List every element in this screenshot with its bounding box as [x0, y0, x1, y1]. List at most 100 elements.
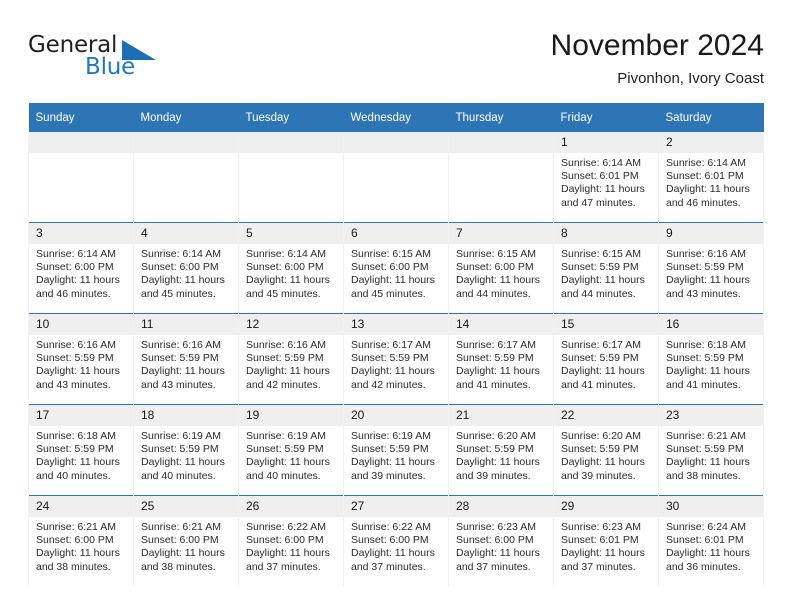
- weekday-header-monday: Monday: [133, 103, 239, 132]
- calendar-day-number: 10: [29, 314, 133, 335]
- daylight-text: Daylight: 11 hours and 46 minutes.: [666, 183, 750, 209]
- calendar-day-details: Sunrise: 6:22 AM Sunset: 6:00 PM Daylight:…: [239, 517, 343, 574]
- calendar-day-cell[interactable]: 16 Sunrise: 6:18 AM Sunset: 5:59 PM Dayligh…: [658, 313, 764, 405]
- sunrise-text: Sunrise: 6:21 AM: [666, 430, 746, 442]
- sunset-text: Sunset: 5:59 PM: [666, 443, 744, 456]
- calendar-day-number: 17: [29, 405, 133, 426]
- calendar-day-cell-inner: 27 Sunrise: 6:22 AM Sunset: 6:00 PM Dayligh…: [344, 496, 448, 586]
- calendar-day-number: 9: [659, 223, 763, 244]
- sunrise-text: Sunrise: 6:17 AM: [561, 339, 641, 351]
- calendar-day-cell[interactable]: 25 Sunrise: 6:21 AM Sunset: 6:00 PM Dayligh…: [133, 495, 239, 586]
- calendar-day-cell[interactable]: 15 Sunrise: 6:17 AM Sunset: 5:59 PM Dayligh…: [553, 313, 659, 405]
- calendar-day-cell-empty: [238, 132, 344, 223]
- calendar-day-cell[interactable]: 14 Sunrise: 6:17 AM Sunset: 5:59 PM Dayligh…: [448, 313, 554, 405]
- location-subtitle: Pivonhon, Ivory Coast: [617, 70, 764, 87]
- calendar-day-cell[interactable]: 8 Sunrise: 6:15 AM Sunset: 5:59 PM Daylight…: [553, 222, 659, 314]
- calendar-day-number: 22: [554, 405, 658, 426]
- sunrise-text: Sunrise: 6:20 AM: [561, 430, 641, 442]
- calendar-day-cell[interactable]: 18 Sunrise: 6:19 AM Sunset: 5:59 PM Dayligh…: [133, 404, 239, 496]
- calendar-day-cell[interactable]: 13 Sunrise: 6:17 AM Sunset: 5:59 PM Dayligh…: [343, 313, 449, 405]
- calendar-day-number: [29, 132, 133, 153]
- calendar-day-cell[interactable]: 3 Sunrise: 6:14 AM Sunset: 6:00 PM Daylight…: [28, 222, 134, 314]
- sunset-text: Sunset: 6:01 PM: [666, 170, 744, 183]
- calendar-day-cell[interactable]: 12 Sunrise: 6:16 AM Sunset: 5:59 PM Dayligh…: [238, 313, 344, 405]
- sunset-text: Sunset: 5:59 PM: [141, 352, 219, 365]
- sunrise-text: Sunrise: 6:19 AM: [141, 430, 221, 442]
- calendar-day-cell-inner: 11 Sunrise: 6:16 AM Sunset: 5:59 PM Dayligh…: [134, 314, 238, 404]
- calendar-day-cell[interactable]: 19 Sunrise: 6:19 AM Sunset: 5:59 PM Dayligh…: [238, 404, 344, 496]
- calendar-day-cell[interactable]: 30 Sunrise: 6:24 AM Sunset: 6:01 PM Dayligh…: [658, 495, 764, 586]
- calendar-day-cell[interactable]: 21 Sunrise: 6:20 AM Sunset: 5:59 PM Dayligh…: [448, 404, 554, 496]
- calendar-day-cell[interactable]: 4 Sunrise: 6:14 AM Sunset: 6:00 PM Daylight…: [133, 222, 239, 314]
- weekday-header-thursday: Thursday: [448, 103, 554, 132]
- daylight-text: Daylight: 11 hours and 44 minutes.: [561, 274, 645, 300]
- sunset-text: Sunset: 5:59 PM: [456, 443, 534, 456]
- daylight-text: Daylight: 11 hours and 43 minutes.: [36, 365, 120, 391]
- sunset-text: Sunset: 6:00 PM: [456, 261, 534, 274]
- sunset-text: Sunset: 5:59 PM: [246, 352, 324, 365]
- calendar-day-details: Sunrise: 6:15 AM Sunset: 5:59 PM Daylight:…: [554, 244, 658, 301]
- calendar-day-cell[interactable]: 29 Sunrise: 6:23 AM Sunset: 6:01 PM Dayligh…: [553, 495, 659, 586]
- sunset-text: Sunset: 5:59 PM: [351, 352, 429, 365]
- sunset-text: Sunset: 5:59 PM: [36, 443, 114, 456]
- calendar-day-cell[interactable]: 9 Sunrise: 6:16 AM Sunset: 5:59 PM Daylight…: [658, 222, 764, 314]
- calendar-day-cell[interactable]: 17 Sunrise: 6:18 AM Sunset: 5:59 PM Dayligh…: [28, 404, 134, 496]
- sunrise-text: Sunrise: 6:15 AM: [561, 248, 641, 260]
- calendar-day-cell-inner: 7 Sunrise: 6:15 AM Sunset: 6:00 PM Daylight…: [449, 223, 553, 313]
- sunset-text: Sunset: 5:59 PM: [666, 261, 744, 274]
- calendar-day-cell-inner: 28 Sunrise: 6:23 AM Sunset: 6:00 PM Dayligh…: [449, 496, 553, 586]
- sunset-text: Sunset: 6:00 PM: [351, 534, 429, 547]
- sunrise-text: Sunrise: 6:16 AM: [666, 248, 746, 260]
- calendar-day-cell[interactable]: 6 Sunrise: 6:15 AM Sunset: 6:00 PM Daylight…: [343, 222, 449, 314]
- calendar-day-cell-inner: [239, 132, 343, 222]
- calendar-page: General Blue November 2024 Pivonhon, Ivo…: [0, 0, 792, 612]
- calendar-day-cell[interactable]: 5 Sunrise: 6:14 AM Sunset: 6:00 PM Daylight…: [238, 222, 344, 314]
- calendar-day-cell[interactable]: 7 Sunrise: 6:15 AM Sunset: 6:00 PM Daylight…: [448, 222, 554, 314]
- calendar-day-cell[interactable]: 26 Sunrise: 6:22 AM Sunset: 6:00 PM Dayligh…: [238, 495, 344, 586]
- calendar-day-cell[interactable]: 10 Sunrise: 6:16 AM Sunset: 5:59 PM Dayligh…: [28, 313, 134, 405]
- calendar-day-cell[interactable]: 1 Sunrise: 6:14 AM Sunset: 6:01 PM Daylight…: [553, 132, 659, 223]
- calendar-day-number: 15: [554, 314, 658, 335]
- calendar-day-cell-inner: 3 Sunrise: 6:14 AM Sunset: 6:00 PM Daylight…: [29, 223, 133, 313]
- weekday-header-saturday: Saturday: [658, 103, 764, 132]
- calendar-day-cell-inner: 14 Sunrise: 6:17 AM Sunset: 5:59 PM Dayligh…: [449, 314, 553, 404]
- calendar-day-cell-inner: 29 Sunrise: 6:23 AM Sunset: 6:01 PM Dayligh…: [554, 496, 658, 586]
- calendar-day-cell[interactable]: 28 Sunrise: 6:23 AM Sunset: 6:00 PM Dayligh…: [448, 495, 554, 586]
- calendar-day-cell[interactable]: 27 Sunrise: 6:22 AM Sunset: 6:00 PM Dayligh…: [343, 495, 449, 586]
- calendar-day-cell[interactable]: 2 Sunrise: 6:14 AM Sunset: 6:01 PM Daylight…: [658, 132, 764, 223]
- calendar-week-row: 24 Sunrise: 6:21 AM Sunset: 6:00 PM Dayligh…: [28, 495, 764, 586]
- daylight-text: Daylight: 11 hours and 36 minutes.: [666, 547, 750, 573]
- sunrise-text: Sunrise: 6:17 AM: [456, 339, 536, 351]
- logo-text-blue: Blue: [85, 54, 136, 80]
- sunrise-text: Sunrise: 6:22 AM: [351, 521, 431, 533]
- calendar-day-number: [134, 132, 238, 153]
- calendar-day-cell-inner: 4 Sunrise: 6:14 AM Sunset: 6:00 PM Daylight…: [134, 223, 238, 313]
- calendar-day-details: Sunrise: 6:19 AM Sunset: 5:59 PM Daylight:…: [344, 426, 448, 483]
- calendar-day-details: Sunrise: 6:14 AM Sunset: 6:00 PM Daylight:…: [134, 244, 238, 301]
- calendar-day-details: Sunrise: 6:21 AM Sunset: 6:00 PM Daylight:…: [134, 517, 238, 574]
- calendar-day-cell-inner: 8 Sunrise: 6:15 AM Sunset: 5:59 PM Daylight…: [554, 223, 658, 313]
- sunset-text: Sunset: 5:59 PM: [246, 443, 324, 456]
- sunset-text: Sunset: 6:00 PM: [456, 534, 534, 547]
- calendar-day-cell[interactable]: 22 Sunrise: 6:20 AM Sunset: 5:59 PM Dayligh…: [553, 404, 659, 496]
- calendar-day-cell[interactable]: 11 Sunrise: 6:16 AM Sunset: 5:59 PM Dayligh…: [133, 313, 239, 405]
- calendar-day-cell[interactable]: 20 Sunrise: 6:19 AM Sunset: 5:59 PM Dayligh…: [343, 404, 449, 496]
- calendar-day-cell[interactable]: 24 Sunrise: 6:21 AM Sunset: 6:00 PM Dayligh…: [28, 495, 134, 586]
- daylight-text: Daylight: 11 hours and 46 minutes.: [36, 274, 120, 300]
- sunrise-text: Sunrise: 6:22 AM: [246, 521, 326, 533]
- calendar-week-row: 1 Sunrise: 6:14 AM Sunset: 6:01 PM Daylight…: [28, 132, 764, 223]
- calendar-day-number: [239, 132, 343, 153]
- calendar-day-details: Sunrise: 6:22 AM Sunset: 6:00 PM Daylight:…: [344, 517, 448, 574]
- general-blue-logo[interactable]: General Blue: [28, 32, 208, 88]
- calendar-day-number: 24: [29, 496, 133, 517]
- calendar-day-cell[interactable]: 23 Sunrise: 6:21 AM Sunset: 5:59 PM Dayligh…: [658, 404, 764, 496]
- calendar-day-cell-inner: 5 Sunrise: 6:14 AM Sunset: 6:00 PM Daylight…: [239, 223, 343, 313]
- calendar-day-details: Sunrise: 6:14 AM Sunset: 6:01 PM Daylight:…: [659, 153, 763, 210]
- sunset-text: Sunset: 6:00 PM: [141, 261, 219, 274]
- calendar-week-row: 3 Sunrise: 6:14 AM Sunset: 6:00 PM Daylight…: [28, 222, 764, 314]
- calendar-day-cell-inner: 6 Sunrise: 6:15 AM Sunset: 6:00 PM Daylight…: [344, 223, 448, 313]
- calendar-day-number: 6: [344, 223, 448, 244]
- daylight-text: Daylight: 11 hours and 45 minutes.: [246, 274, 330, 300]
- calendar-day-details: Sunrise: 6:14 AM Sunset: 6:00 PM Daylight:…: [29, 244, 133, 301]
- sunrise-text: Sunrise: 6:21 AM: [36, 521, 116, 533]
